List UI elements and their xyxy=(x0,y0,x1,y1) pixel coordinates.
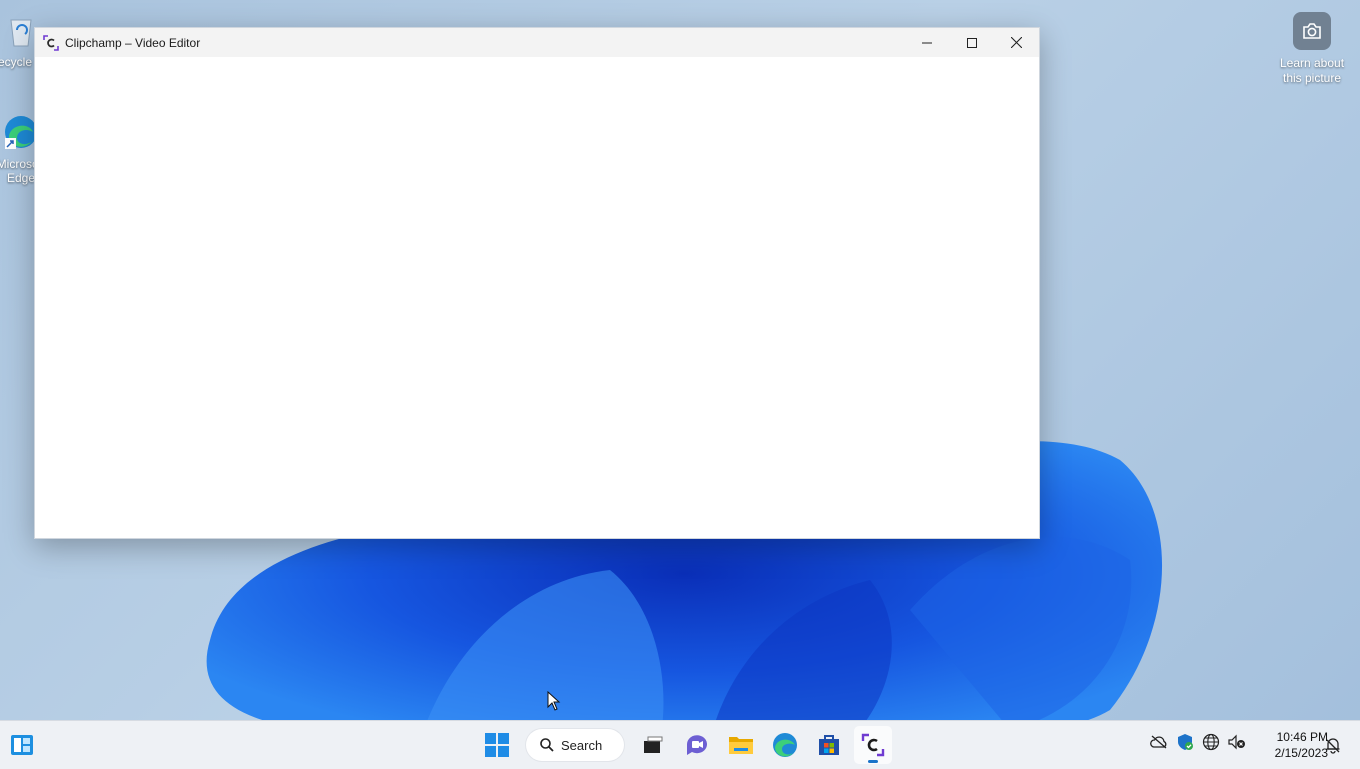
window-content xyxy=(35,57,1039,538)
system-tray xyxy=(1150,733,1246,751)
teams-chat-button[interactable] xyxy=(678,726,716,764)
edge-icon xyxy=(773,733,797,757)
taskbar-clock[interactable]: 10:46 PM 2/15/2023 xyxy=(1252,729,1328,761)
maximize-icon xyxy=(966,37,977,48)
task-view-button[interactable] xyxy=(634,726,672,764)
mouse-cursor-icon xyxy=(547,691,561,711)
network-icon[interactable] xyxy=(1202,733,1220,751)
onedrive-offline-icon[interactable] xyxy=(1150,733,1168,751)
clipchamp-icon xyxy=(43,34,59,51)
close-button[interactable] xyxy=(994,28,1039,57)
title-bar[interactable]: Clipchamp – Video Editor xyxy=(35,28,1039,57)
search-icon xyxy=(540,738,554,752)
file-explorer-icon xyxy=(729,737,753,754)
clock-date: 2/15/2023 xyxy=(1274,746,1328,760)
volume-muted-icon[interactable] xyxy=(1228,733,1246,751)
learn-about-picture[interactable]: Learn about this picture xyxy=(1268,12,1356,86)
microsoft-store-icon xyxy=(819,735,839,755)
start-button[interactable] xyxy=(478,726,516,764)
file-explorer-button[interactable] xyxy=(722,726,760,764)
spotlight-label-line2: this picture xyxy=(1282,71,1342,85)
microsoft-store-button[interactable] xyxy=(810,726,848,764)
start-icon xyxy=(485,733,509,757)
defender-icon[interactable] xyxy=(1176,733,1194,751)
edge-button[interactable] xyxy=(766,726,804,764)
clipchamp-window: Clipchamp – Video Editor xyxy=(34,27,1040,539)
taskbar-center: Search xyxy=(478,725,892,765)
maximize-button[interactable] xyxy=(949,28,994,57)
close-icon xyxy=(1011,37,1022,48)
clock-time: 10:46 PM xyxy=(1276,730,1328,744)
widgets-icon[interactable] xyxy=(10,734,34,756)
window-title: Clipchamp – Video Editor xyxy=(65,35,201,50)
spotlight-label-line1: Learn about xyxy=(1279,56,1345,70)
clipchamp-icon xyxy=(861,733,885,757)
minimize-icon xyxy=(921,42,932,43)
taskbar: Search 10:46 PM 2/15/2023 xyxy=(0,720,1360,769)
minimize-button[interactable] xyxy=(904,28,949,57)
taskbar-search[interactable]: Search xyxy=(526,729,624,761)
notification-bell-icon[interactable] xyxy=(1324,736,1342,754)
task-view-icon xyxy=(644,736,663,753)
camera-icon xyxy=(1293,12,1331,50)
clipchamp-taskbar-button[interactable] xyxy=(854,726,892,764)
teams-chat-icon xyxy=(687,735,707,755)
search-label: Search xyxy=(561,737,603,753)
